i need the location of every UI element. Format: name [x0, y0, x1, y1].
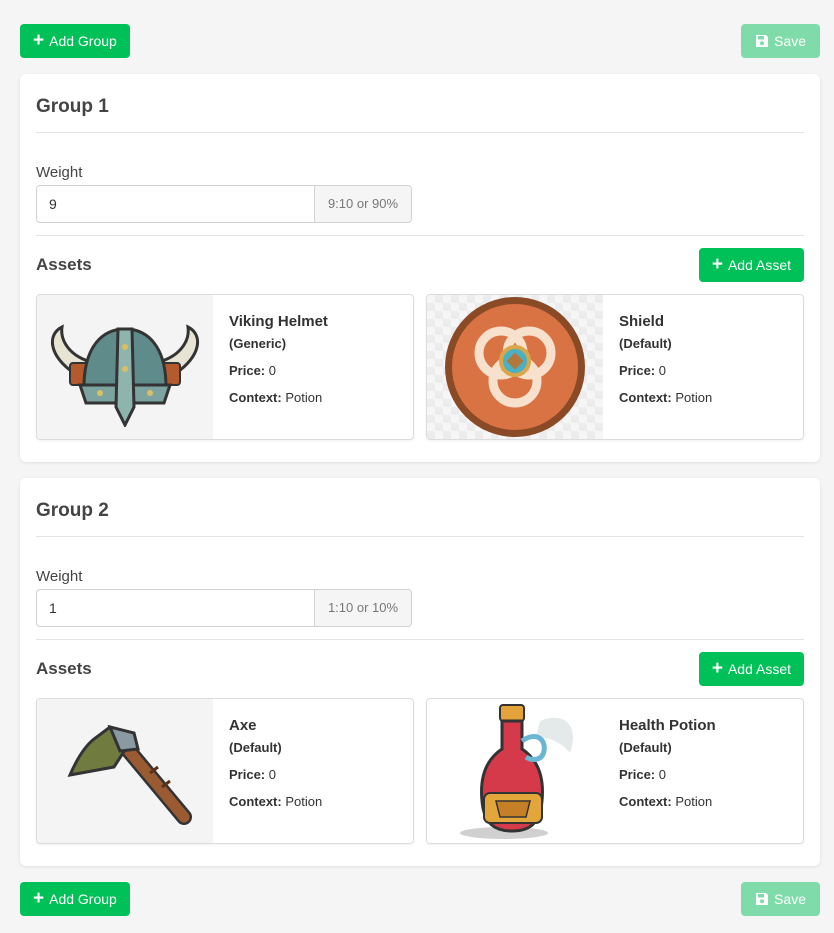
axe-icon	[67, 724, 192, 825]
plus-icon: +	[33, 887, 45, 909]
asset-context: Context: Potion	[619, 794, 716, 809]
price-label: Price:	[619, 363, 656, 378]
weight-ratio-addon: 1:10 or 10%	[314, 589, 412, 627]
asset-card[interactable]: Viking Helmet (Generic) Price: 0 Context…	[36, 294, 414, 440]
context-value: Potion	[675, 794, 713, 809]
asset-price: Price: 0	[619, 363, 712, 378]
price-label: Price:	[229, 767, 266, 782]
plus-icon: +	[711, 253, 723, 275]
asset-context: Context: Potion	[229, 390, 328, 405]
bottom-toolbar: + Add Group Save	[20, 882, 820, 916]
save-label: Save	[774, 33, 806, 49]
add-group-button[interactable]: + Add Group	[20, 882, 130, 916]
asset-info: Axe (Default) Price: 0 Context: Potion	[213, 699, 322, 843]
asset-context: Context: Potion	[229, 794, 322, 809]
asset-grid: Axe (Default) Price: 0 Context: Potion H…	[36, 698, 804, 844]
group-title: Group 2	[36, 500, 109, 521]
context-value: Potion	[285, 794, 323, 809]
asset-info: Shield (Default) Price: 0 Context: Potio…	[603, 295, 712, 439]
asset-price: Price: 0	[229, 363, 328, 378]
add-asset-button[interactable]: + Add Asset	[698, 248, 804, 282]
plus-icon: +	[711, 657, 723, 679]
plus-icon: +	[33, 29, 45, 51]
asset-info: Viking Helmet (Generic) Price: 0 Context…	[213, 295, 328, 439]
viking-helmet-icon	[51, 324, 199, 427]
asset-info: Health Potion (Default) Price: 0 Context…	[603, 699, 716, 843]
save-label: Save	[774, 891, 806, 907]
health-potion-icon	[460, 704, 574, 839]
add-asset-button[interactable]: + Add Asset	[698, 652, 804, 686]
group-card: Group 2 Weight 1:10 or 10% Assets + Add …	[20, 478, 820, 866]
divider	[36, 536, 804, 537]
add-group-label: Add Group	[49, 33, 117, 49]
asset-type: (Default)	[619, 740, 672, 755]
asset-price: Price: 0	[619, 767, 716, 782]
weight-ratio-addon: 9:10 or 90%	[314, 185, 412, 223]
asset-image	[427, 295, 603, 439]
asset-name: Viking Helmet	[229, 313, 328, 330]
asset-type: (Default)	[619, 336, 672, 351]
asset-image	[37, 699, 213, 843]
price-label: Price:	[619, 767, 656, 782]
asset-name: Health Potion	[619, 717, 716, 734]
add-asset-label: Add Asset	[727, 661, 791, 677]
save-button[interactable]: Save	[741, 882, 820, 916]
price-value: 0	[268, 363, 276, 378]
floppy-disk-icon	[756, 893, 769, 905]
weight-input[interactable]	[36, 185, 314, 223]
shield-icon	[445, 297, 585, 437]
asset-grid: Viking Helmet (Generic) Price: 0 Context…	[36, 294, 804, 440]
context-label: Context:	[619, 390, 672, 405]
price-value: 0	[658, 363, 666, 378]
weight-label: Weight	[36, 568, 83, 585]
weight-input-group: 9:10 or 90%	[36, 185, 412, 223]
context-label: Context:	[229, 390, 282, 405]
asset-name: Axe	[229, 717, 257, 734]
floppy-disk-icon	[756, 35, 769, 47]
price-value: 0	[268, 767, 276, 782]
context-label: Context:	[619, 794, 672, 809]
divider	[36, 639, 804, 640]
save-button[interactable]: Save	[741, 24, 820, 58]
assets-label: Assets	[36, 659, 92, 678]
context-label: Context:	[229, 794, 282, 809]
add-group-label: Add Group	[49, 891, 117, 907]
asset-card[interactable]: Axe (Default) Price: 0 Context: Potion	[36, 698, 414, 844]
assets-header: Assets + Add Asset	[36, 652, 804, 686]
group-title: Group 1	[36, 96, 109, 117]
asset-type: (Default)	[229, 740, 282, 755]
add-asset-label: Add Asset	[727, 257, 791, 273]
divider	[36, 132, 804, 133]
add-group-button[interactable]: + Add Group	[20, 24, 130, 58]
assets-label: Assets	[36, 255, 92, 274]
asset-card[interactable]: Shield (Default) Price: 0 Context: Potio…	[426, 294, 804, 440]
context-value: Potion	[675, 390, 713, 405]
weight-label: Weight	[36, 164, 83, 181]
asset-type: (Generic)	[229, 336, 287, 351]
group-card: Group 1 Weight 9:10 or 90% Assets + Add …	[20, 74, 820, 462]
asset-image	[37, 295, 213, 439]
weight-input-group: 1:10 or 10%	[36, 589, 412, 627]
assets-header: Assets + Add Asset	[36, 248, 804, 282]
asset-image	[427, 699, 603, 843]
context-value: Potion	[285, 390, 323, 405]
weight-input[interactable]	[36, 589, 314, 627]
asset-card[interactable]: Health Potion (Default) Price: 0 Context…	[426, 698, 804, 844]
asset-context: Context: Potion	[619, 390, 712, 405]
divider	[36, 235, 804, 236]
asset-name: Shield	[619, 313, 665, 330]
top-toolbar: + Add Group Save	[20, 24, 820, 58]
price-label: Price:	[229, 363, 266, 378]
asset-price: Price: 0	[229, 767, 322, 782]
price-value: 0	[658, 767, 666, 782]
